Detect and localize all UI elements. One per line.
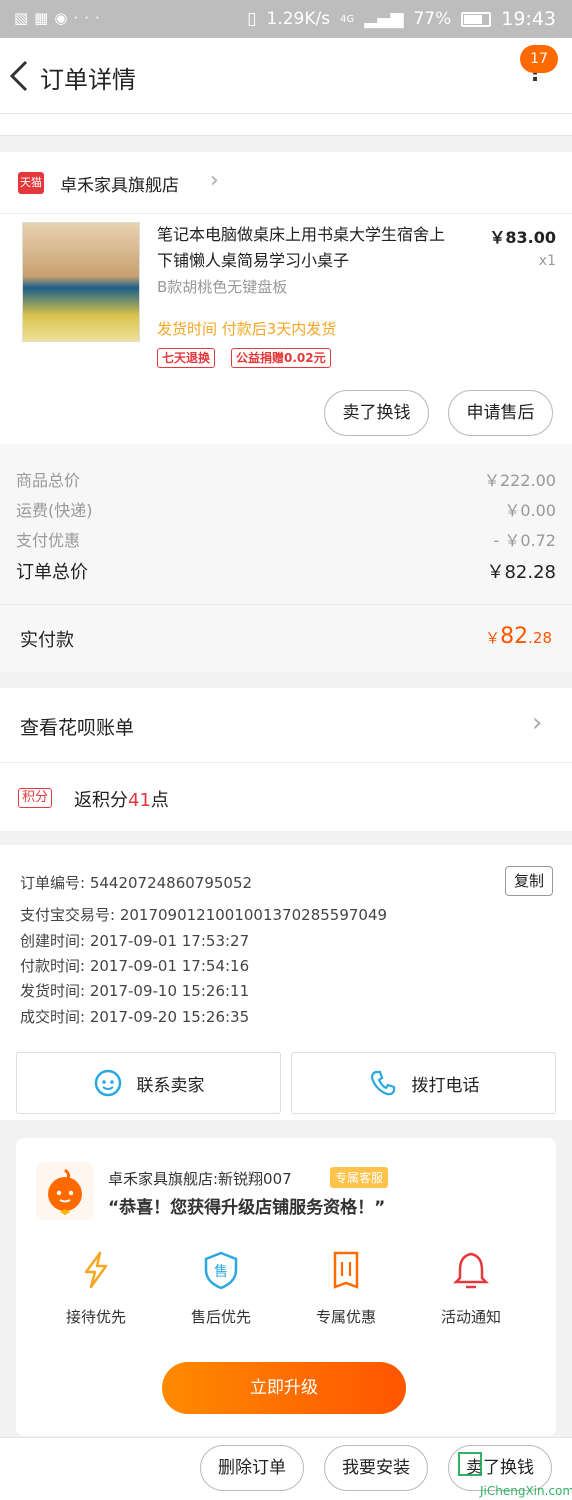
paid-amount: ￥82.28 [485, 624, 552, 649]
ticket-icon [333, 1251, 359, 1289]
ship-time: 发货时间: 2017-09-10 15:26:11 [20, 982, 250, 1000]
notification-icons: ▧▦◉··· [14, 9, 106, 27]
battery-icon [461, 11, 492, 27]
paid-label: 实付款 [20, 630, 74, 651]
message-badge: 17 [520, 45, 558, 73]
status-right: ▯ 1.29K/s 4G ▂▄▆ 77% 19:43 [247, 8, 556, 30]
call-button[interactable]: 拨打电话 [291, 1052, 556, 1114]
after-sale-button[interactable]: 申请售后 [448, 390, 553, 436]
back-icon[interactable] [8, 58, 30, 94]
service-name: 卓禾家具旗舰店:新锐翔007 [108, 1170, 292, 1188]
more-menu-icon[interactable]: ⋮ [520, 63, 550, 100]
benefit-discount: 专属优惠 [296, 1250, 396, 1327]
total-value: ￥82.28 [486, 562, 556, 583]
copy-button[interactable]: 复制 [505, 866, 553, 896]
create-time: 创建时间: 2017-09-01 17:53:27 [20, 932, 250, 950]
delete-order-button[interactable]: 删除订单 [200, 1445, 304, 1491]
benefit-reception: 接待优先 [46, 1250, 146, 1327]
product-price: ￥83.00 [489, 228, 556, 247]
install-button[interactable]: 我要安装 [324, 1445, 428, 1491]
page-title: 订单详情 [40, 66, 136, 94]
subtotal-value: ￥222.00 [484, 471, 556, 490]
pay-time: 付款时间: 2017-09-01 17:54:16 [20, 957, 250, 975]
shop-name[interactable]: 卓禾家具旗舰店 [60, 171, 179, 196]
benefit-aftersale: 售 售后优先 [171, 1250, 271, 1327]
service-avatar [36, 1162, 94, 1220]
benefit-reception-label: 接待优先 [65, 1308, 126, 1326]
shield-icon: 售 [204, 1251, 238, 1290]
return-tag: 七天退换 [157, 348, 216, 368]
upgrade-message: “恭喜！您获得升级店铺服务资格！” [108, 1198, 386, 1218]
chevron-right-icon: › [210, 168, 219, 193]
signal-icon: ▂▄▆ [364, 9, 404, 29]
mascot-icon [48, 1168, 82, 1215]
product-spec: B款胡桃色无键盘板 [157, 278, 288, 296]
benefit-aftersale-label: 售后优先 [190, 1308, 251, 1326]
network-type: 4G [340, 13, 355, 25]
battery-percent: 77% [413, 9, 452, 29]
shipping-time: 发货时间 付款后3天内发货 [157, 320, 337, 338]
discount-label: 支付优惠 [16, 531, 81, 550]
chat-face-icon [94, 1069, 121, 1097]
product-qty: x1 [538, 253, 556, 269]
points-badge: 积分 [18, 788, 53, 808]
deal-time: 成交时间: 2017-09-20 15:26:35 [20, 1008, 250, 1026]
call-label: 拨打电话 [411, 1075, 480, 1096]
benefit-notice: 活动通知 [421, 1250, 521, 1327]
tmall-badge: 天猫 [18, 172, 44, 194]
chevron-right-icon: › [532, 708, 543, 738]
upgrade-button[interactable]: 立即升级 [162, 1362, 406, 1414]
product-image[interactable] [22, 222, 140, 342]
points-text: 返积分41点 [74, 790, 169, 811]
subtotal-label: 商品总价 [16, 471, 81, 490]
benefit-notice-label: 活动通知 [440, 1308, 501, 1326]
lightning-icon [84, 1251, 108, 1289]
bell-icon [452, 1252, 490, 1289]
contact-seller-label: 联系卖家 [136, 1075, 205, 1096]
svg-text:售: 售 [214, 1264, 228, 1280]
vibrate-icon: ▯ [247, 9, 257, 29]
charity-tag: 公益捐赠0.02元 [231, 348, 331, 368]
shipping-fee-label: 运费(快递) [16, 501, 93, 520]
watermark: JiChengXin.com [452, 1450, 572, 1500]
resell-button[interactable]: 卖了换钱 [324, 390, 429, 436]
huabei-label[interactable]: 查看花呗账单 [20, 713, 134, 740]
status-bar: ▧▦◉··· ▯ 1.29K/s 4G ▂▄▆ 77% 19:43 [0, 0, 572, 38]
product-name[interactable]: 笔记本电脑做桌床上用书桌大学生宿舍上下铺懒人桌简易学习小桌子 [157, 222, 457, 274]
shipping-fee-value: ￥0.00 [504, 501, 556, 520]
service-tag: 专属客服 [330, 1167, 389, 1188]
order-number: 订单编号: 54420724860795052 [20, 874, 253, 892]
top-strip [0, 114, 572, 136]
alipay-trade-number: 支付宝交易号: 2017090121001001370285597049 [20, 906, 388, 924]
contact-seller-button[interactable]: 联系卖家 [16, 1052, 281, 1114]
total-label: 订单总价 [16, 562, 88, 583]
network-speed: 1.29K/s [266, 9, 331, 29]
nav-header: 订单详情 [0, 38, 572, 114]
clock: 19:43 [501, 8, 556, 30]
discount-value: - ￥0.72 [493, 531, 557, 550]
benefit-discount-label: 专属优惠 [315, 1308, 376, 1326]
phone-icon [370, 1070, 395, 1096]
